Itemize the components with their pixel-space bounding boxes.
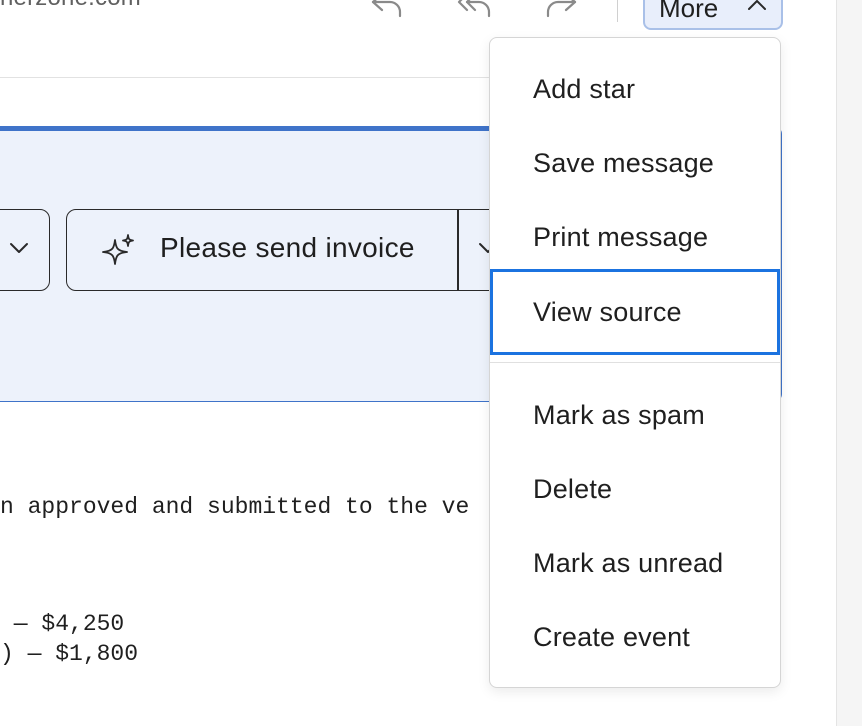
menu-item-create-event[interactable]: Create event <box>490 600 780 674</box>
menu-item-save-message[interactable]: Save message <box>490 126 780 200</box>
more-menu: Add star Save message Print message View… <box>489 37 781 688</box>
menu-item-delete[interactable]: Delete <box>490 452 780 526</box>
right-side-strip <box>836 0 862 726</box>
email-body-line: — $4,250 <box>0 611 125 637</box>
forward-icon[interactable] <box>540 0 580 24</box>
menu-item-print-message[interactable]: Print message <box>490 200 780 274</box>
menu-divider <box>490 362 780 363</box>
suggestion-chip-label: Please send invoice <box>160 232 415 263</box>
menu-item-mark-as-unread[interactable]: Mark as unread <box>490 526 780 600</box>
reply-icon[interactable] <box>368 0 408 24</box>
more-button-label: More <box>659 0 719 23</box>
menu-item-view-source[interactable]: View source <box>490 269 780 355</box>
chip-split-divider <box>457 210 459 290</box>
toolbar-separator <box>617 0 618 22</box>
sender-email: nerzone.com <box>0 0 141 12</box>
more-button[interactable]: More <box>643 0 783 30</box>
chevron-down-icon[interactable] <box>8 240 30 256</box>
menu-item-add-star[interactable]: Add star <box>490 52 780 126</box>
suggestion-chip[interactable]: Please send invoice <box>66 209 536 291</box>
email-body-line: ) — $1,800 <box>0 641 139 667</box>
suggestion-chip-prev[interactable] <box>0 209 50 291</box>
chevron-up-icon <box>748 0 766 10</box>
email-body-line: n approved and submitted to the ve <box>0 494 470 520</box>
menu-item-mark-as-spam[interactable]: Mark as spam <box>490 378 780 452</box>
reply-all-icon[interactable] <box>455 0 495 24</box>
header-divider <box>0 77 490 78</box>
sparkle-icon <box>102 234 134 265</box>
